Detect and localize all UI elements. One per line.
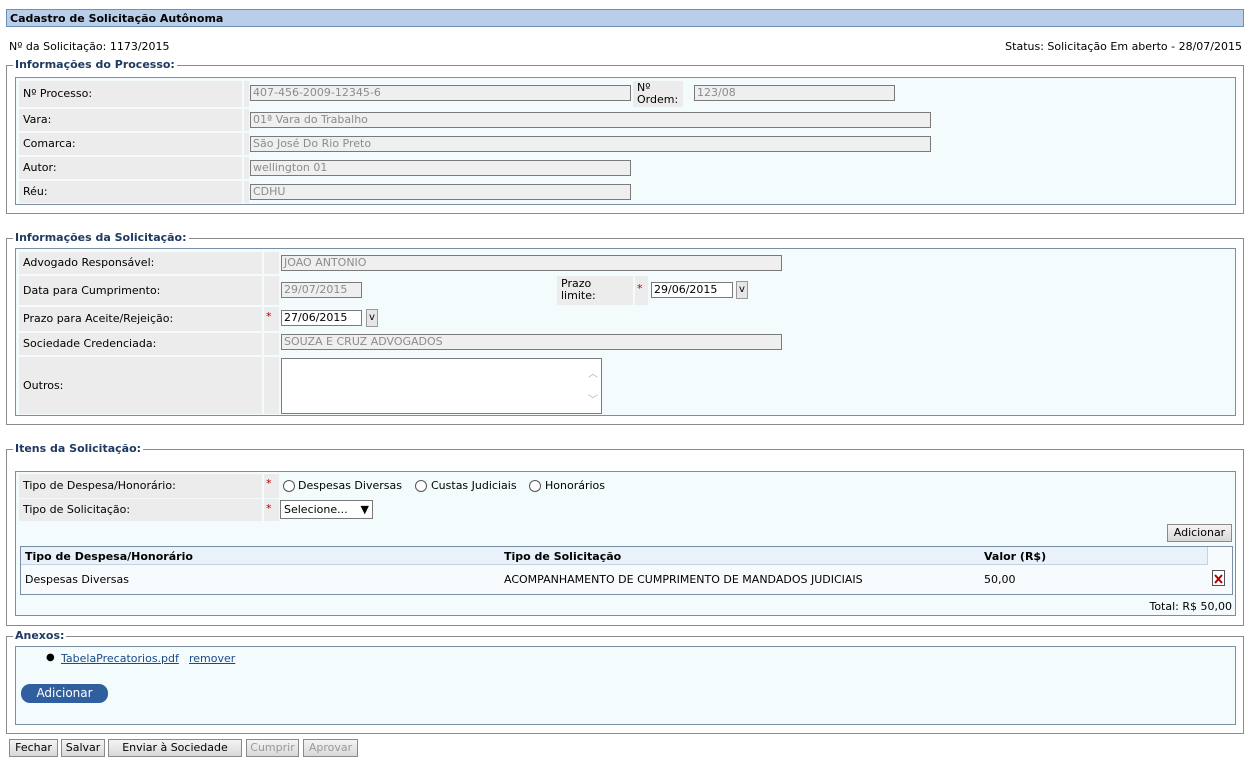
solicitacao-number: Nº da Solicitação: 1173/2015 [9, 40, 170, 53]
column-header-valor: Valor (R$) [984, 550, 1047, 563]
status-text: Status: Solicitação Em aberto - 28/07/20… [1005, 40, 1242, 53]
comarca-label: Comarca: [19, 133, 242, 155]
processo-input[interactable]: 407-456-2009-12345-6 [250, 85, 631, 101]
column-header-tipo-solicitacao: Tipo de Solicitação [504, 550, 622, 563]
outros-textarea[interactable]: ︿ ﹀ [281, 358, 602, 414]
processo-label: Nº Processo: [19, 81, 242, 107]
anexos-fieldset: Anexos: ● TabelaPrecatorios.pdf remover … [6, 629, 1244, 734]
sociedade-label: Sociedade Credenciada: [19, 333, 262, 355]
advogado-input[interactable]: JOAO ANTONIO [281, 255, 782, 271]
scroll-up-icon[interactable]: ︿ [588, 365, 598, 380]
itens-panel: Tipo de Despesa/Honorário: * Despesas Di… [15, 471, 1236, 616]
chevron-down-icon: ▼ [360, 503, 369, 516]
required-mark: * [266, 502, 272, 515]
itens-fieldset: Itens da Solicitação: Tipo de Despesa/Ho… [6, 442, 1244, 626]
prazo-aceite-label: Prazo para Aceite/Rejeição: [19, 307, 262, 331]
tipo-solicitacao-label: Tipo de Solicitação: [19, 499, 262, 521]
data-cumprimento-input[interactable]: 29/07/2015 [281, 282, 362, 298]
processo-panel: Nº Processo: 407-456-2009-12345-6 Nº Orde… [15, 77, 1236, 205]
delete-icon[interactable] [1212, 570, 1225, 586]
sociedade-input[interactable]: SOUZA E CRUZ ADVOGADOS [281, 334, 782, 350]
itens-legend: Itens da Solicitação: [13, 442, 144, 455]
radio-honorarios[interactable] [529, 480, 541, 492]
prazo-limite-calendar-button[interactable]: v [736, 281, 748, 299]
close-button[interactable]: Fechar [9, 739, 58, 757]
tipo-solicitacao-select[interactable]: Selecione... ▼ [280, 500, 373, 519]
table-row: Despesas Diversas ACOMPANHAMENTO DE CUMP… [21, 566, 1232, 594]
autor-label: Autor: [19, 157, 242, 179]
solicitacao-panel: Advogado Responsável: JOAO ANTONIO Data … [15, 248, 1236, 416]
required-mark: * [266, 477, 272, 490]
scroll-down-icon[interactable]: ﹀ [588, 391, 598, 406]
comarca-input[interactable]: São José Do Rio Preto [250, 136, 931, 152]
radio-label: Despesas Diversas [298, 479, 402, 492]
ordem-label: Nº Ordem: [633, 81, 683, 107]
total-text: Total: R$ 50,00 [1149, 600, 1232, 613]
advogado-label: Advogado Responsável: [19, 252, 262, 274]
add-attachment-button[interactable]: Adicionar [21, 684, 108, 703]
solicitacao-fieldset: Informações da Solicitação: Advogado Res… [6, 231, 1244, 425]
autor-input[interactable]: wellington 01 [250, 160, 631, 176]
prazo-limite-input[interactable]: 29/06/2015 [651, 282, 733, 298]
approve-button[interactable]: Aprovar [303, 739, 358, 757]
page-title: Cadastro de Solicitação Autônoma [6, 9, 1244, 27]
outros-label: Outros: [19, 357, 262, 414]
itens-table: Tipo de Despesa/Honorário Tipo de Solici… [20, 546, 1233, 595]
anexos-panel: ● TabelaPrecatorios.pdf remover Adiciona… [15, 646, 1236, 725]
reu-input[interactable]: CDHU [250, 184, 631, 200]
radio-despesas-diversas[interactable] [283, 480, 295, 492]
comply-button[interactable]: Cumprir [246, 739, 299, 757]
required-mark: * [266, 310, 272, 323]
cell-valor: 50,00 [984, 573, 1016, 586]
tipo-despesa-label: Tipo de Despesa/Honorário: [19, 474, 262, 498]
cell-solicitacao: ACOMPANHAMENTO DE CUMPRIMENTO DE MANDADO… [504, 573, 863, 586]
radio-label: Honorários [545, 479, 606, 492]
anexos-legend: Anexos: [13, 629, 67, 642]
cell-tipo: Despesas Diversas [25, 573, 129, 586]
prazo-aceite-input[interactable]: 27/06/2015 [281, 310, 362, 326]
vara-label: Vara: [19, 109, 242, 131]
save-button[interactable]: Salvar [61, 739, 105, 757]
processo-fieldset: Informações do Processo: Nº Processo: 40… [6, 58, 1244, 214]
prazo-limite-label: Prazo limite: [557, 276, 633, 305]
solicitacao-legend: Informações da Solicitação: [13, 231, 189, 244]
send-to-society-button[interactable]: Enviar à Sociedade [108, 739, 242, 757]
vara-input[interactable]: 01ª Vara do Trabalho [250, 112, 931, 128]
add-item-button[interactable]: Adicionar [1167, 524, 1232, 542]
prazo-aceite-calendar-button[interactable]: v [366, 309, 378, 327]
reu-label: Réu: [19, 181, 242, 203]
bullet-icon: ● [46, 652, 55, 663]
processo-legend: Informações do Processo: [13, 58, 177, 71]
attachment-link[interactable]: TabelaPrecatorios.pdf [61, 652, 179, 665]
column-header-tipo-despesa: Tipo de Despesa/Honorário [25, 550, 193, 563]
ordem-input[interactable]: 123/08 [694, 85, 895, 101]
required-mark: * [637, 282, 643, 295]
data-cumprimento-label: Data para Cumprimento: [19, 276, 262, 305]
radio-custas-judiciais[interactable] [415, 480, 427, 492]
remove-attachment-link[interactable]: remover [189, 652, 235, 665]
radio-label: Custas Judiciais [431, 479, 517, 492]
